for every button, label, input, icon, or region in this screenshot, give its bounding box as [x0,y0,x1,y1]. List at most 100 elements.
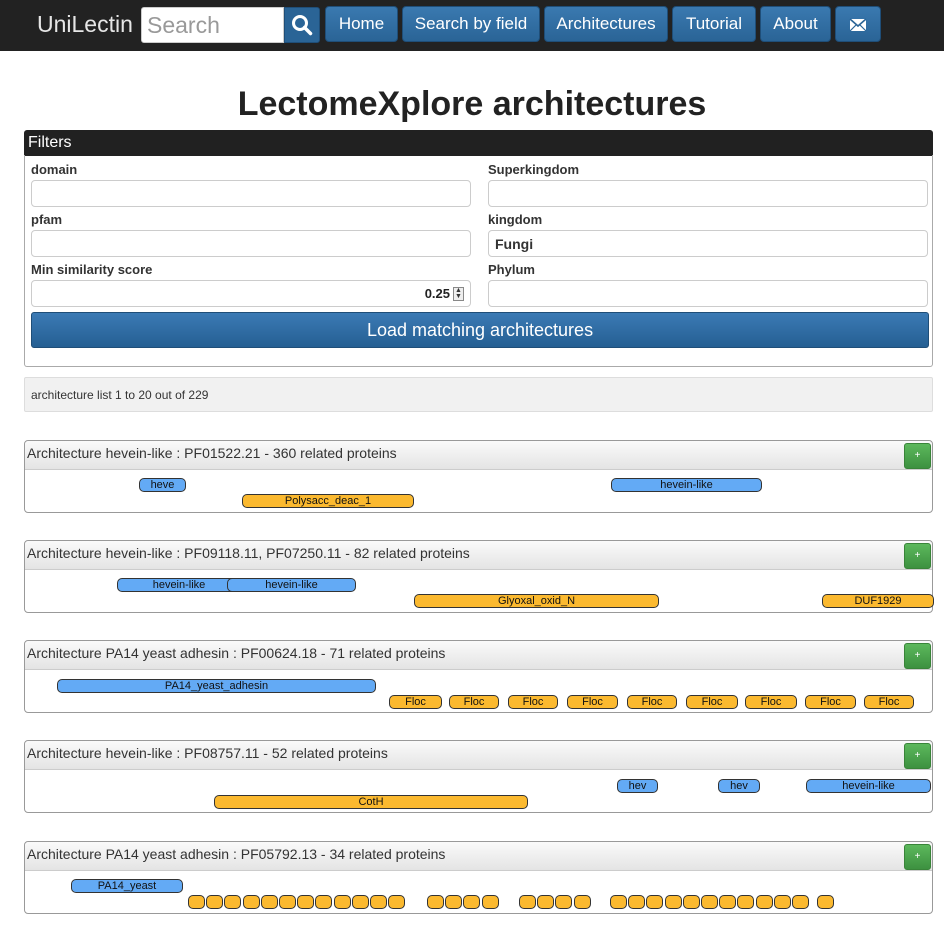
min-score-input[interactable]: 0.25 ▲ ▼ [31,280,471,307]
domain-block-small[interactable] [333,895,351,909]
domain-block[interactable]: Floc [805,695,856,709]
domain-block-small[interactable] [351,895,369,909]
min-score-value: 0.25 [424,286,450,301]
min-score-label: Min similarity score [31,262,153,277]
search-icon [292,15,313,36]
domain-block[interactable]: hevein-like [611,478,762,492]
domain-block[interactable]: Floc [389,695,442,709]
domain-block-small[interactable] [315,895,333,909]
domain-block-small[interactable] [242,895,260,909]
architecture-header: Architecture hevein-like : PF09118.11, P… [25,541,932,570]
domain-block-small[interactable] [628,895,646,909]
domain-block[interactable]: Polysacc_deac_1 [242,494,414,508]
domain-block[interactable]: Floc [567,695,618,709]
navbar: UniLectin Home Search by field Architect… [0,0,944,51]
domain-block[interactable]: hevein-like [806,779,931,793]
domain-block-small[interactable] [537,895,555,909]
expand-plus-button[interactable]: + [904,443,931,469]
domain-block-small[interactable] [737,895,755,909]
domain-block[interactable]: hev [617,779,658,793]
page-title: LectomeXplore architectures [237,85,707,123]
domain-block-small[interactable] [573,895,591,909]
list-info: architecture list 1 to 20 out of 229 [24,377,933,412]
kingdom-input[interactable] [488,230,928,257]
domain-block-small[interactable] [817,895,834,909]
nav-search-by-field-button[interactable]: Search by field [402,6,540,42]
domain-block[interactable]: Floc [508,695,558,709]
domain-block-small[interactable] [279,895,296,909]
architecture-header: Architecture hevein-like : PF01522.21 - … [25,441,932,470]
envelope-icon [849,17,867,31]
domain-block-small[interactable] [682,895,700,909]
architecture-panel: Architecture hevein-like : PF01522.21 - … [24,440,933,513]
filters-panel: domain Superkingdom pfam kingdom Min sim… [24,155,933,367]
superkingdom-label: Superkingdom [488,162,580,177]
domain-block-small[interactable] [427,895,444,909]
domain-block-small[interactable] [463,895,481,909]
domain-block-small[interactable] [260,895,278,909]
domain-block-small[interactable] [792,895,809,909]
domain-block[interactable]: PA14_yeast_adhesin [57,679,376,693]
domain-block[interactable]: DUF1929 [822,594,934,608]
spinner-arrows-icon[interactable]: ▲ ▼ [453,287,464,301]
expand-plus-button[interactable]: + [904,643,931,669]
phylum-input[interactable] [488,280,928,307]
superkingdom-input[interactable] [488,180,928,207]
domain-block[interactable]: heve [139,478,186,492]
nav-about-button[interactable]: About [760,6,831,42]
nav-home-button[interactable]: Home [325,6,398,42]
architecture-header: Architecture hevein-like : PF08757.11 - … [25,741,932,770]
load-architectures-button[interactable]: Load matching architectures [31,312,929,348]
search-input[interactable] [141,7,284,43]
domain-block-small[interactable] [755,895,773,909]
architecture-panel: Architecture PA14 yeast adhesin : PF0062… [24,640,933,713]
domain-block[interactable]: PA14_yeast [71,879,183,893]
architecture-panel: Architecture hevein-like : PF09118.11, P… [24,540,934,613]
expand-plus-button[interactable]: + [904,743,931,769]
domain-block-small[interactable] [388,895,406,909]
domain-block-small[interactable] [206,895,224,909]
domain-block-small[interactable] [719,895,737,909]
domain-block[interactable]: Floc [745,695,797,709]
domain-block-small[interactable] [773,895,791,909]
nav-tutorial-button[interactable]: Tutorial [672,6,756,42]
pfam-label: pfam [31,212,63,227]
architecture-title: Architecture PA14 yeast adhesin : PF0579… [27,846,446,862]
domain-block-small[interactable] [664,895,682,909]
domain-block-small[interactable] [224,895,242,909]
nav-architectures-button[interactable]: Architectures [544,6,668,42]
domain-block-small[interactable] [370,895,387,909]
domain-block-small[interactable] [646,895,664,909]
domain-block-small[interactable] [519,895,536,909]
domain-block[interactable]: hevein-like [117,578,241,592]
domain-input[interactable] [31,180,471,207]
architecture-title: Architecture PA14 yeast adhesin : PF0062… [27,645,446,661]
domain-block[interactable]: Glyoxal_oxid_N [414,594,659,608]
kingdom-label: kingdom [488,212,543,227]
architecture-header: Architecture PA14 yeast adhesin : PF0062… [25,641,932,670]
domain-block[interactable]: Floc [627,695,677,709]
search-button[interactable] [284,7,320,43]
architecture-header: Architecture PA14 yeast adhesin : PF0579… [25,842,932,871]
domain-block[interactable]: hev [718,779,760,793]
expand-plus-button[interactable]: + [904,844,931,870]
domain-block-small[interactable] [701,895,718,909]
domain-block-small[interactable] [555,895,573,909]
nav-contact-button[interactable] [835,6,881,42]
pfam-input[interactable] [31,230,471,257]
domain-block-small[interactable] [297,895,315,909]
domain-block[interactable]: Floc [864,695,914,709]
domain-block[interactable]: hevein-like [227,578,356,592]
domain-block[interactable]: CotH [214,795,528,809]
architecture-title: Architecture hevein-like : PF01522.21 - … [27,445,397,461]
brand-logo[interactable]: UniLectin [37,10,133,38]
domain-block-small[interactable] [445,895,463,909]
expand-plus-button[interactable]: + [904,543,931,569]
domain-block-small[interactable] [610,895,627,909]
domain-block[interactable]: Floc [449,695,499,709]
architecture-title: Architecture hevein-like : PF09118.11, P… [27,545,470,561]
domain-block[interactable]: Floc [686,695,738,709]
architecture-panel: Architecture hevein-like : PF08757.11 - … [24,740,933,813]
domain-block-small[interactable] [188,895,205,909]
domain-block-small[interactable] [481,895,499,909]
